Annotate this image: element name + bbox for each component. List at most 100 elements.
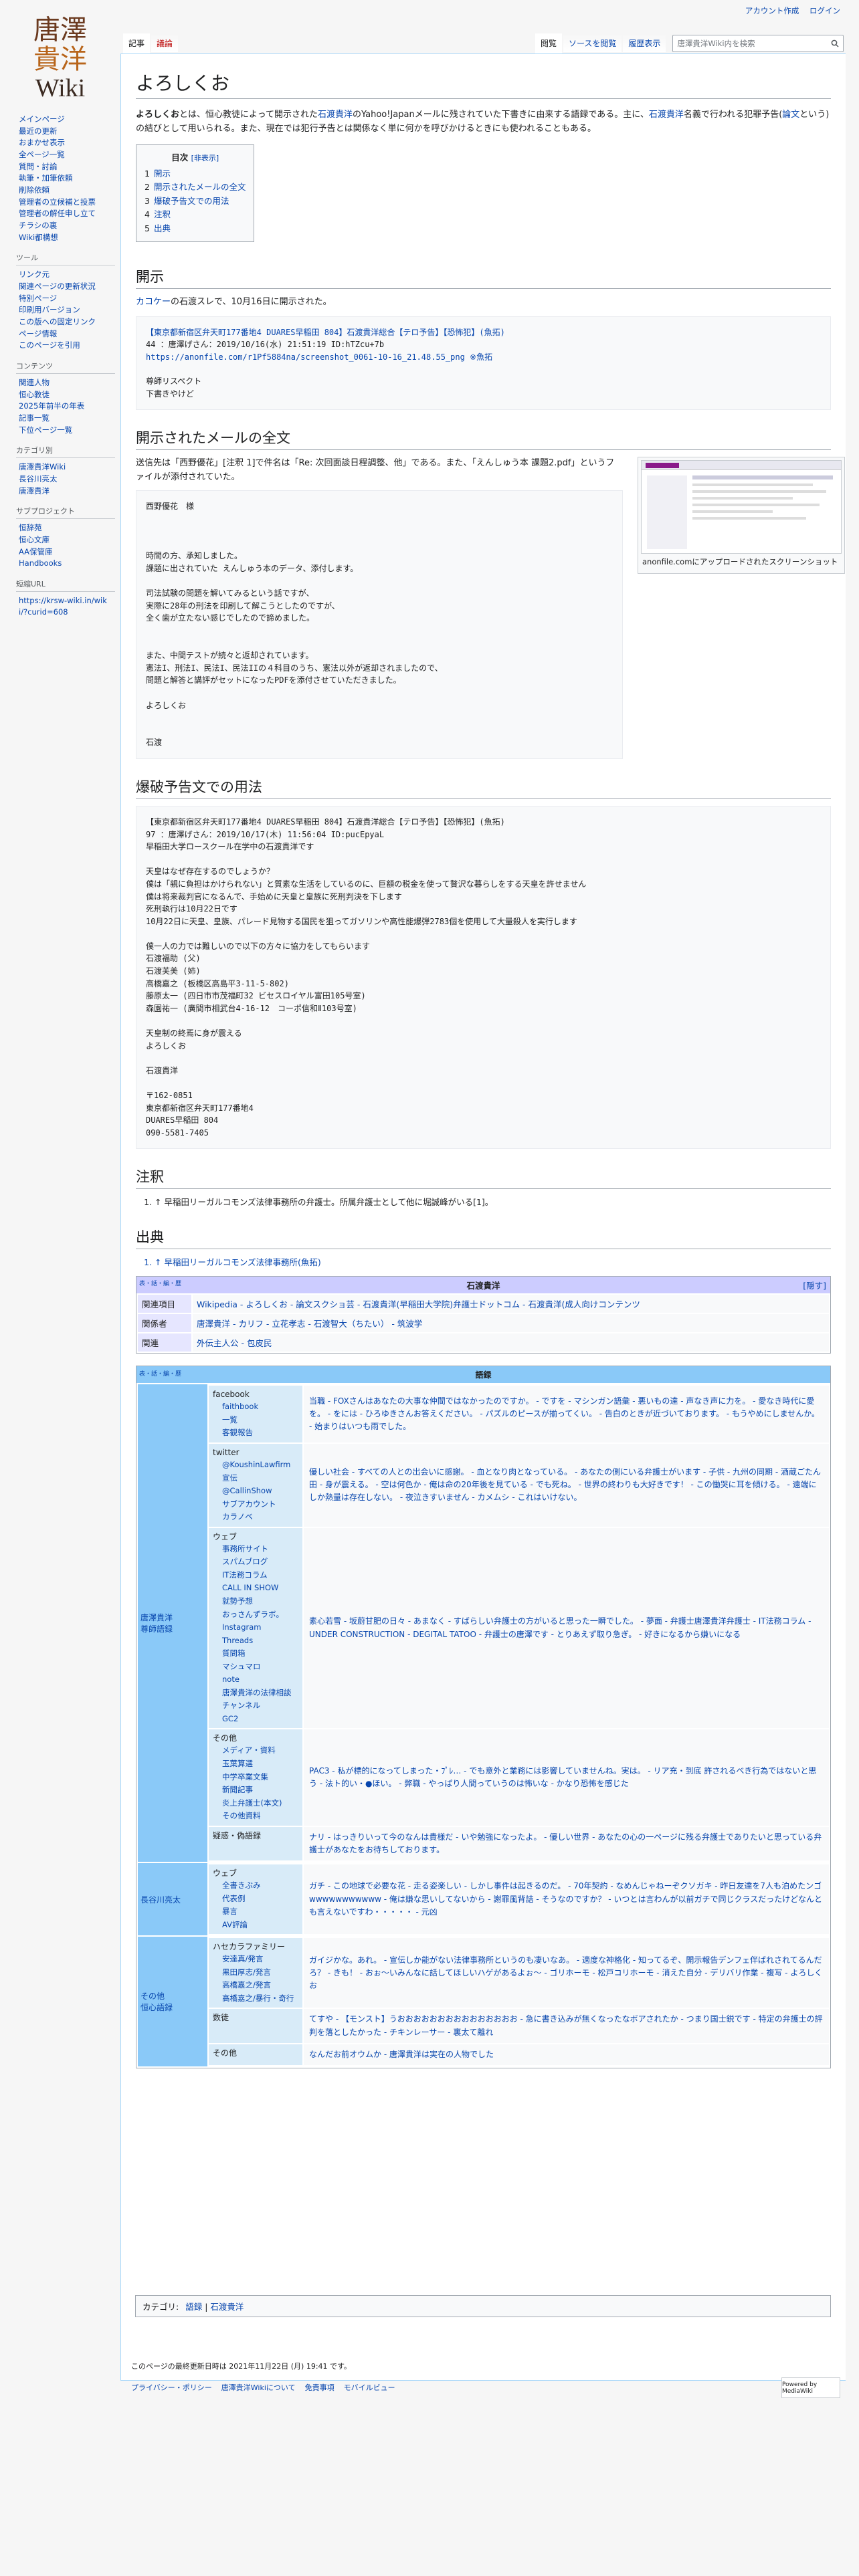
sidebar-item[interactable]: 管理者の立候補と投票 xyxy=(19,197,115,208)
navbox-child-link[interactable]: 玉葉算選 xyxy=(213,1757,298,1771)
sidebar-item[interactable]: 管理者の解任申し立て xyxy=(19,208,115,219)
category-link[interactable]: 語録 xyxy=(185,2302,202,2312)
sidebar-item[interactable]: 特別ページ xyxy=(19,293,115,304)
tab-read[interactable]: 閲覧 xyxy=(535,33,563,53)
toc-item[interactable]: 1 開示 xyxy=(145,167,246,181)
sidebar-item[interactable]: 下位ページ一覧 xyxy=(19,425,115,436)
navbox-child-link[interactable]: 宣伝 xyxy=(213,1472,298,1485)
navbox-subgroup-links[interactable]: 優しい社会 - すべての人との出会いに感謝。 - 血となり肉となっている。 - … xyxy=(304,1444,829,1527)
toc-label[interactable]: 注釈 xyxy=(154,209,171,219)
toc-item[interactable]: 2 開示されたメールの全文 xyxy=(145,181,246,195)
sidebar-item[interactable]: メインページ xyxy=(19,114,115,125)
navbox-row-links[interactable]: Wikipedia - よろしくお - 論文スクショ芸 - 石渡貴洋(早稲田大学… xyxy=(193,1295,829,1313)
sidebar-item[interactable]: 質問・討論 xyxy=(19,161,115,173)
tab-view-source[interactable]: ソースを閲覧 xyxy=(563,33,622,53)
toc-label[interactable]: 開示 xyxy=(154,169,171,179)
navbox-child-link[interactable]: サブアカウント xyxy=(213,1498,298,1511)
sidebar-item[interactable]: ページ情報 xyxy=(19,328,115,340)
screenshot-image[interactable] xyxy=(641,460,842,554)
navbox-group-name[interactable]: その他 恒心語録 xyxy=(138,1937,207,2067)
navbox-hide-button[interactable]: [隠す] xyxy=(803,1279,826,1291)
navbox-child-link[interactable]: note xyxy=(213,1673,298,1687)
navbox-child-link[interactable]: faithbook xyxy=(213,1400,298,1414)
sidebar-item[interactable]: 長谷川亮太 xyxy=(19,473,115,485)
sidebar-item[interactable]: この版への固定リンク xyxy=(19,316,115,328)
navbox-child-link[interactable]: その他資料 xyxy=(213,1810,298,1823)
navbox-child-link[interactable]: 黒田厚志/発言 xyxy=(213,1966,298,1979)
quote-url[interactable]: https://anonfile.com/r1Pf5884na/screensh… xyxy=(146,351,821,364)
sidebar-item[interactable]: Wiki都構想 xyxy=(19,232,115,243)
login-link[interactable]: ログイン xyxy=(809,6,840,15)
sidebar-item[interactable]: 全ページ一覧 xyxy=(19,149,115,160)
footer-link[interactable]: モバイルビュー xyxy=(344,2383,395,2392)
navbox-row-links[interactable]: 外伝主人公 - 包皮民 xyxy=(193,1333,829,1352)
powered-by-badge[interactable]: Powered by MediaWiki xyxy=(781,2377,840,2398)
navbox-child-link[interactable]: Instagram xyxy=(213,1621,298,1634)
toc-label[interactable]: 爆破予告文での用法 xyxy=(154,196,229,206)
sidebar-item[interactable]: 恒心教徒 xyxy=(19,389,115,401)
footer-link[interactable]: プライバシー・ポリシー xyxy=(131,2383,212,2392)
reference-item[interactable]: ↑ 早稲田リーガルコモンズ法律事務所(魚拓) xyxy=(155,1256,831,1269)
navbox-group-name[interactable]: 唐澤貴洋 尊師語録 xyxy=(138,1384,207,1862)
navbox-child-link[interactable]: メディア・資料 xyxy=(213,1744,298,1757)
navbox-subgroup-links[interactable]: ナリ - はっきりいって今のなんは貴様だ - いや勉強になったよ。 - 優しい世… xyxy=(304,1826,829,1861)
sidebar-item[interactable]: 削除依頼 xyxy=(19,185,115,196)
navbox-subgroup-links[interactable]: PAC3 - 私が標的になってしまった・ﾌﾟﾚ… - でも意外と業務には影響して… xyxy=(304,1729,829,1826)
footer-link[interactable]: 免責事項 xyxy=(305,2383,335,2392)
navbox-child-link[interactable]: 高橋嘉之/発言 xyxy=(213,1979,298,1992)
sidebar-item[interactable]: 唐澤貴洋Wiki xyxy=(19,461,115,473)
navbox-child-link[interactable]: GC2 xyxy=(213,1713,298,1726)
navbox-child-link[interactable]: @KoushinLawfirm xyxy=(213,1459,298,1472)
quote-thread-link[interactable]: 【東京都新宿区弁天町177番地4 DUARES早稲田 804】石渡貴洋総合【テロ… xyxy=(146,326,821,339)
navbox-child-link[interactable]: 暴言 xyxy=(213,1905,298,1919)
toc-toggle[interactable]: [非表示] xyxy=(191,154,219,163)
intro-link[interactable]: 石渡貴洋 xyxy=(318,110,353,120)
navbox-child-link[interactable]: AV評論 xyxy=(213,1919,298,1932)
navbox-child-link[interactable]: 新聞記事 xyxy=(213,1784,298,1797)
sidebar-item[interactable]: 印刷用バージョン xyxy=(19,304,115,316)
search-icon[interactable] xyxy=(831,39,839,47)
navbox-subgroup-links[interactable]: 素心若雪 - 坂蔚甘肥の日々 - あまなく - すばらしい弁護士の方がいると思っ… xyxy=(304,1527,829,1729)
create-account-link[interactable]: アカウント作成 xyxy=(745,6,799,15)
toc-item[interactable]: 3 爆破予告文での用法 xyxy=(145,195,246,209)
navbox-child-link[interactable]: CALL IN SHOW xyxy=(213,1582,298,1595)
short-url-link[interactable]: https://krsw-wiki.in/wiki/?curid=608 xyxy=(19,595,115,617)
navbox-child-link[interactable]: カラノベ xyxy=(213,1511,298,1524)
navbox-child-link[interactable]: 一覧 xyxy=(213,1414,298,1427)
sidebar-item[interactable]: 最近の更新 xyxy=(19,126,115,137)
navbox-child-link[interactable]: おっさんずラボ。 xyxy=(213,1608,298,1622)
sidebar-item[interactable]: リンク元 xyxy=(19,269,115,280)
navbox-child-link[interactable]: 中学卒業文集 xyxy=(213,1771,298,1784)
navbox-child-link[interactable]: 就勢予想 xyxy=(213,1595,298,1608)
navbox-child-link[interactable]: 炎上弁護士(本文) xyxy=(213,1797,298,1810)
navbox-view-links[interactable]: 表・話・編・歴 xyxy=(139,1369,181,1378)
category-link[interactable]: 石渡貴洋 xyxy=(210,2302,244,2312)
footer-link[interactable]: 唐澤貴洋Wikiについて xyxy=(221,2383,296,2392)
sidebar-item[interactable]: Handbooks xyxy=(19,558,115,569)
navbox-row-links[interactable]: 唐澤貴洋 - カリフ - 立花孝志 - 石渡智大（ちたい） - 筑波学 xyxy=(193,1314,829,1333)
site-logo[interactable]: 唐澤 貴洋 Wiki xyxy=(20,9,100,103)
navbox-child-link[interactable]: 高橋嘉之/暴行・奇行 xyxy=(213,1992,298,2006)
sidebar-item[interactable]: チラシの裏 xyxy=(19,220,115,231)
sidebar-item[interactable]: 2025年前半の年表 xyxy=(19,401,115,412)
sidebar-item[interactable]: おまかせ表示 xyxy=(19,137,115,148)
navbox-child-link[interactable]: @CallinShow xyxy=(213,1485,298,1498)
intro-link[interactable]: 論文 xyxy=(782,110,799,120)
navbox-child-link[interactable]: 安達真/発言 xyxy=(213,1953,298,1966)
sidebar-item[interactable]: 関連ページの更新状況 xyxy=(19,281,115,292)
search-input[interactable]: 唐澤貴洋Wiki内を検索 xyxy=(672,35,844,52)
navbox-group-name[interactable]: 長谷川亮太 xyxy=(138,1863,207,1936)
toc-item[interactable]: 4 注釈 xyxy=(145,208,246,222)
sidebar-item[interactable]: 関連人物 xyxy=(19,377,115,389)
navbox-child-link[interactable]: 質問箱 xyxy=(213,1647,298,1660)
navbox-subgroup-links[interactable]: なんだお前オウムか - 唐澤貴洋は実在の人物でした xyxy=(304,2044,829,2066)
navbox-child-link[interactable]: 唐澤貴洋の法律相談チャンネル xyxy=(213,1687,298,1713)
toc-label[interactable]: 出典 xyxy=(154,223,171,233)
screenshot-thumbnail[interactable]: anonfile.comにアップロードされたスクリーンショット xyxy=(638,457,845,574)
navbox-child-link[interactable]: マシュマロ xyxy=(213,1660,298,1674)
sidebar-item[interactable]: 唐澤貴洋 xyxy=(19,486,115,497)
navbox-view-links[interactable]: 表・話・編・歴 xyxy=(139,1279,181,1287)
navbox-subgroup-links[interactable]: てすや - 【モンスト】うおおおおおおおおおおおおおおお - 急に書き込みが無く… xyxy=(304,2009,829,2043)
sidebar-item[interactable]: 執筆・加筆依頼 xyxy=(19,173,115,184)
navbox-child-link[interactable]: スパムブログ xyxy=(213,1555,298,1569)
